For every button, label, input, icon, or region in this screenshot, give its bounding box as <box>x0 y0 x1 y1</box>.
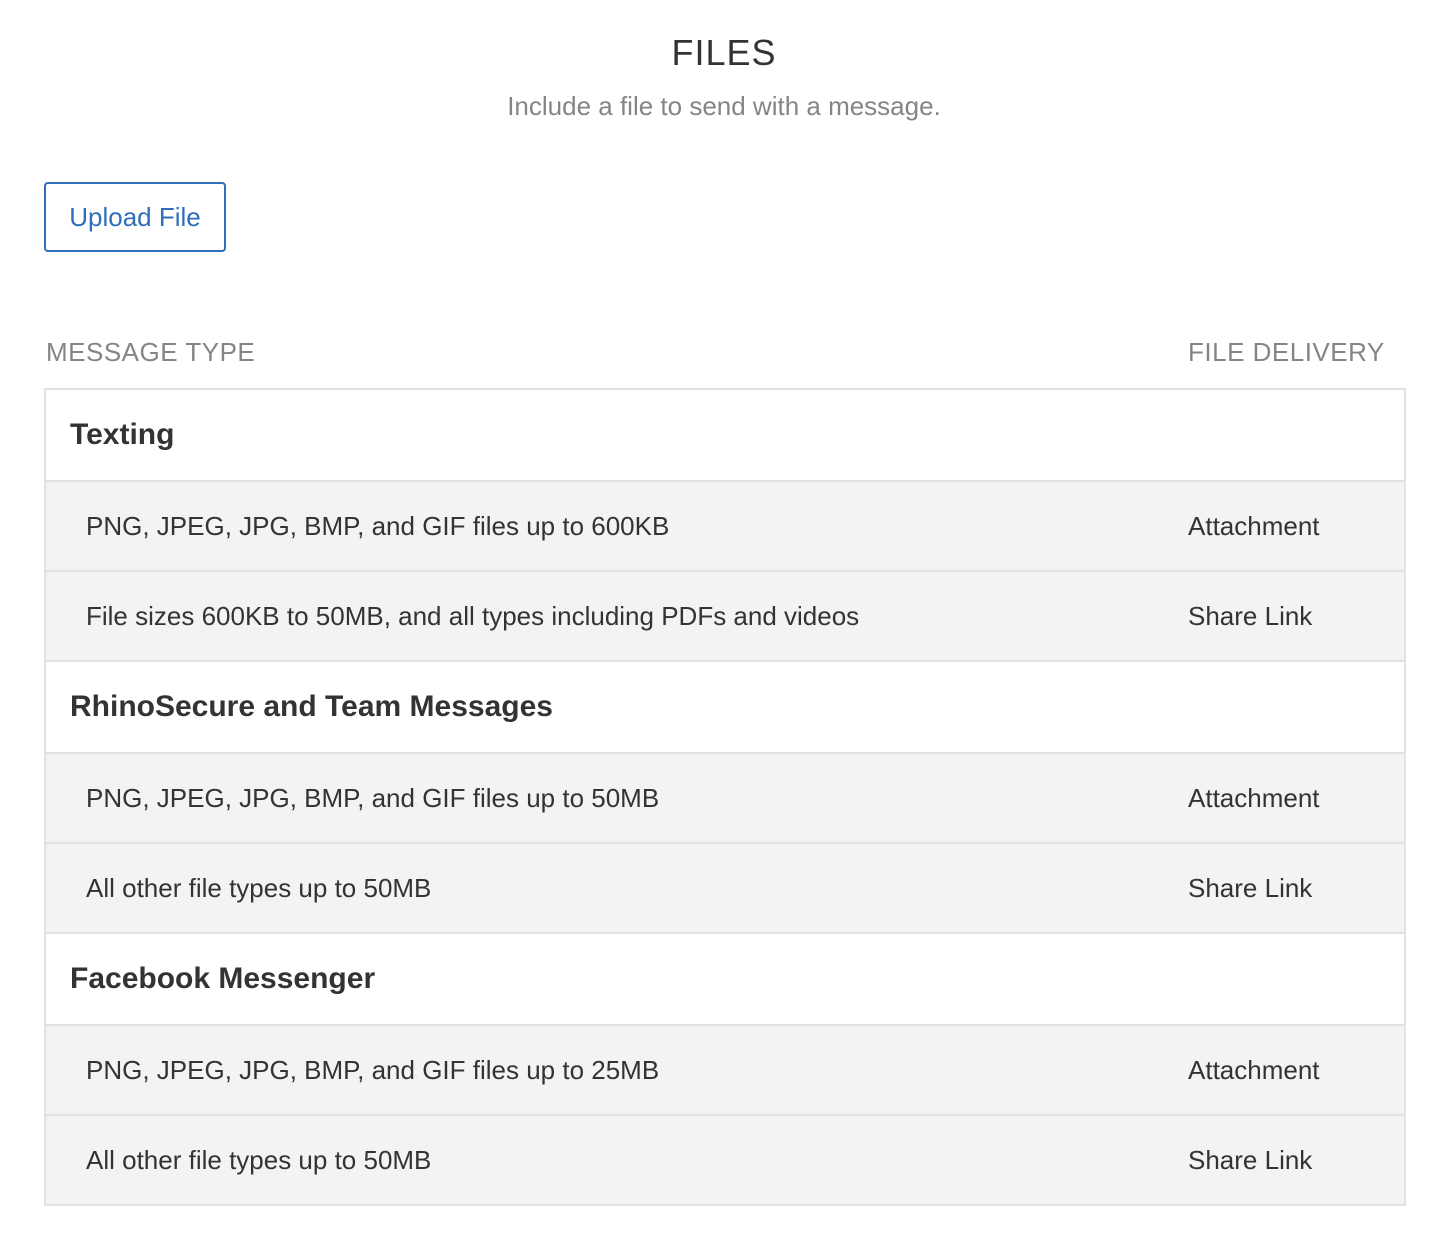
table-row: All other file types up to 50MB Share Li… <box>46 1116 1404 1204</box>
file-delivery-method: Share Link <box>1188 1144 1313 1175</box>
group-title: Facebook Messenger <box>70 962 376 995</box>
file-rule-description: All other file types up to 50MB <box>86 1144 432 1175</box>
file-rule-description: PNG, JPEG, JPG, BMP, and GIF files up to… <box>86 782 660 813</box>
file-delivery-method: Attachment <box>1188 510 1320 541</box>
table-row: File sizes 600KB to 50MB, and all types … <box>46 572 1404 662</box>
group-header-facebook-messenger: Facebook Messenger <box>46 934 1404 1026</box>
file-delivery-method: Share Link <box>1188 600 1313 631</box>
group-header-texting: Texting <box>46 390 1404 482</box>
page-subtitle: Include a file to send with a message. <box>507 91 941 121</box>
group-header-rhinosecure: RhinoSecure and Team Messages <box>46 662 1404 754</box>
file-rule-description: All other file types up to 50MB <box>86 872 432 903</box>
table-row: PNG, JPEG, JPG, BMP, and GIF files up to… <box>46 482 1404 572</box>
column-header-message-type: MESSAGE TYPE <box>46 337 256 367</box>
file-rule-description: File sizes 600KB to 50MB, and all types … <box>86 600 860 631</box>
page-title: FILES <box>671 32 777 73</box>
file-delivery-method: Attachment <box>1188 782 1320 813</box>
table-row: All other file types up to 50MB Share Li… <box>46 844 1404 934</box>
group-title: RhinoSecure and Team Messages <box>70 690 553 723</box>
upload-file-button[interactable]: Upload File <box>44 182 226 252</box>
files-page: FILES Include a file to send with a mess… <box>0 0 1448 1250</box>
file-delivery-method: Attachment <box>1188 1054 1320 1085</box>
group-title: Texting <box>70 418 175 451</box>
column-header-file-delivery: FILE DELIVERY <box>1188 337 1385 367</box>
table-row: PNG, JPEG, JPG, BMP, and GIF files up to… <box>46 754 1404 844</box>
file-rules-table: Texting PNG, JPEG, JPG, BMP, and GIF fil… <box>44 388 1406 1206</box>
table-column-headers: MESSAGE TYPE FILE DELIVERY <box>44 334 1406 370</box>
table-row: PNG, JPEG, JPG, BMP, and GIF files up to… <box>46 1026 1404 1116</box>
file-rule-description: PNG, JPEG, JPG, BMP, and GIF files up to… <box>86 1054 660 1085</box>
file-rule-description: PNG, JPEG, JPG, BMP, and GIF files up to… <box>86 510 670 541</box>
file-delivery-method: Share Link <box>1188 872 1313 903</box>
